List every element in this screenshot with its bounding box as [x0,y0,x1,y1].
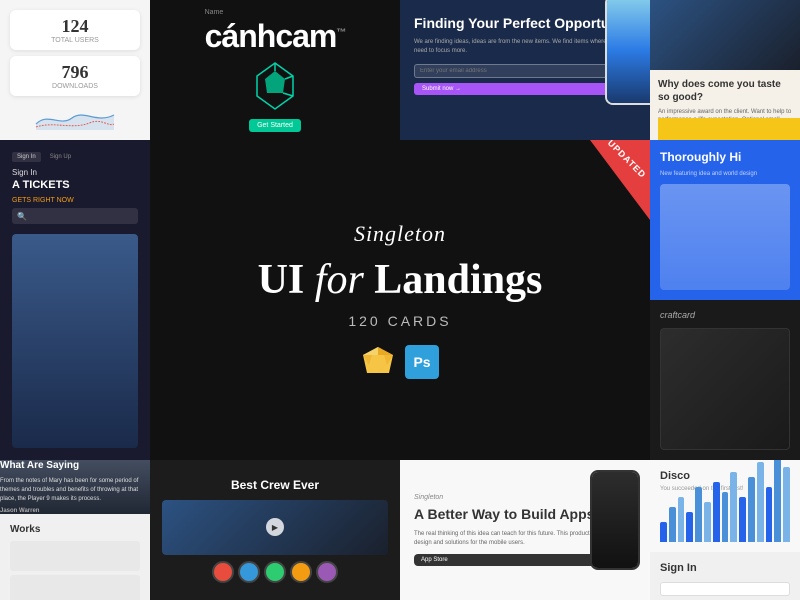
signup-tab[interactable]: Sign Up [45,152,76,162]
tickets-heading: A Tickets [12,179,138,191]
tickets-cell: Sign In Sign Up Sign In A Tickets GETS R… [0,140,150,460]
ps-icon: Ps [405,345,439,379]
stats-cell: 124 TOTAL USERS 796 DOWNLOADS [0,0,150,140]
chart-bar-14 [783,467,790,542]
canhcam-cell: Name cánhcam™ Get Started [150,0,400,140]
search-icon: 🔍 [17,212,27,221]
canhcam-logo-shape [255,61,295,111]
chart-bar-5 [704,502,711,542]
chart-bar-4 [695,487,702,542]
food-headline: Why does come you taste so good? [658,78,792,104]
crew-video: ▶ [162,500,388,555]
banner-title: UI for Landings [258,257,543,303]
chart-bar-6 [713,482,720,542]
crew-cell: Best Crew Ever ▶ [150,460,400,600]
chart-bar-3 [686,512,693,542]
play-button[interactable]: ▶ [266,518,284,536]
craftcard-label: craftcard [660,310,790,320]
opportunity-cell: Finding Your Perfect Opportunity We are … [400,0,650,140]
opportunity-body: We are finding ideas, ideas are from the… [414,38,636,56]
name-field-label: Name [205,9,224,16]
saying-quote: From the notes of Mary has been for some… [0,477,150,504]
banner-brand: Singleton [354,221,446,247]
signin-email-field[interactable] [660,582,790,596]
chart-bar-9 [739,497,746,542]
works-item-1 [10,541,140,571]
main-banner: UPDATED Singleton UI for Landings 120 CA… [150,140,650,460]
avatar-3 [264,561,286,583]
chart-bar-0 [660,522,667,542]
mountain-overlay [650,0,800,70]
opportunity-email-input[interactable] [414,64,636,78]
avatar-4 [290,561,312,583]
sketch-icon [361,345,395,379]
works-item-2 [10,575,140,600]
crew-avatars [212,561,338,583]
discovery-chart [660,492,790,542]
chart-bar-11 [757,462,764,542]
opportunity-title: Finding Your Perfect Opportunity [414,14,636,32]
discovery-cell: Disco You succeeded on the first test! [650,460,800,552]
discovery-title: Disco [660,470,790,482]
works-title: Works [10,524,140,535]
opportunity-submit-button[interactable]: Submit now → [414,83,636,95]
trademark: ™ [336,27,345,38]
mockup-overlay [660,184,790,290]
canhcam-brand: cánhcam™ [205,18,346,55]
banner-subtitle: 120 CARDS [348,313,451,329]
phone-mockup [605,0,650,105]
banner-title-for: for [315,257,364,303]
stat-box-1: 124 TOTAL USERS [10,10,140,50]
thoroughly-body: New featuring idea and world design [660,170,790,178]
thoroughly-title: Thoroughly Hi [660,150,790,166]
chart-bar-1 [669,507,676,542]
works-cell: Works STARTING UI KIT [0,514,150,600]
signin-tab[interactable]: Sign In [12,152,41,162]
thoroughly-mockup [660,184,790,290]
stat-label-1: TOTAL USERS [20,37,130,44]
yellow-accent-bar [658,118,800,140]
stat-number-1: 124 [20,16,130,37]
tickets-search[interactable]: 🔍 [12,208,138,224]
banner-title-ui: UI [258,257,315,303]
tickets-subtitle: Sign In [12,168,138,177]
r1c4-cell: Why does come you taste so good? An impr… [650,0,800,140]
chart-bar-10 [748,477,755,542]
r2-right-cell: Thoroughly Hi New featuring idea and wor… [650,140,800,460]
app-phone-mockup [590,470,640,570]
canhcam-name: cánhcam [205,18,337,54]
chart-bar-2 [678,497,685,542]
banner-app-icons: Ps [361,345,439,379]
tickets-image [12,234,138,448]
food-text-cell: Why does come you taste so good? An impr… [650,70,800,140]
phone-screen [607,0,650,103]
stat-number-2: 796 [20,62,130,83]
chart-bar-13 [774,460,781,542]
stat-label-2: DOWNLOADS [20,83,130,90]
tickets-cta: GETS RIGHT NOW [12,197,138,204]
stat-box-2: 796 DOWNLOADS [10,56,140,96]
mountain-image-cell [650,0,800,70]
chart-bar-7 [722,492,729,542]
avatar-2 [238,561,260,583]
signin-tabs: Sign In Sign Up [12,152,138,162]
banner-title-landings: Landings [364,257,543,303]
chart-bar-12 [766,487,773,542]
craftcard-cell: craftcard [650,300,800,460]
avatar-1 [212,561,234,583]
saying-title: What Are Saying [0,460,150,471]
better-way-cell: Singleton A Better Way to Build Apps The… [400,460,650,600]
signin-cell: Sign In Sign In f t g [650,552,800,600]
thoroughly-cell: Thoroughly Hi New featuring idea and wor… [650,140,800,300]
avatar-5 [316,561,338,583]
app-phone-screen [592,472,638,568]
canhcam-cta-button[interactable]: Get Started [249,119,301,132]
signin-title: Sign In [660,562,790,574]
craftcard-preview [660,328,790,450]
crew-title: Best Crew Ever [231,478,319,492]
chart-bar-8 [730,472,737,542]
r3c4-cell: Disco You succeeded on the first test! S… [650,460,800,600]
r3c1-cell: What Are Saying From the notes of Mary h… [0,460,150,600]
wave-chart [10,106,140,130]
